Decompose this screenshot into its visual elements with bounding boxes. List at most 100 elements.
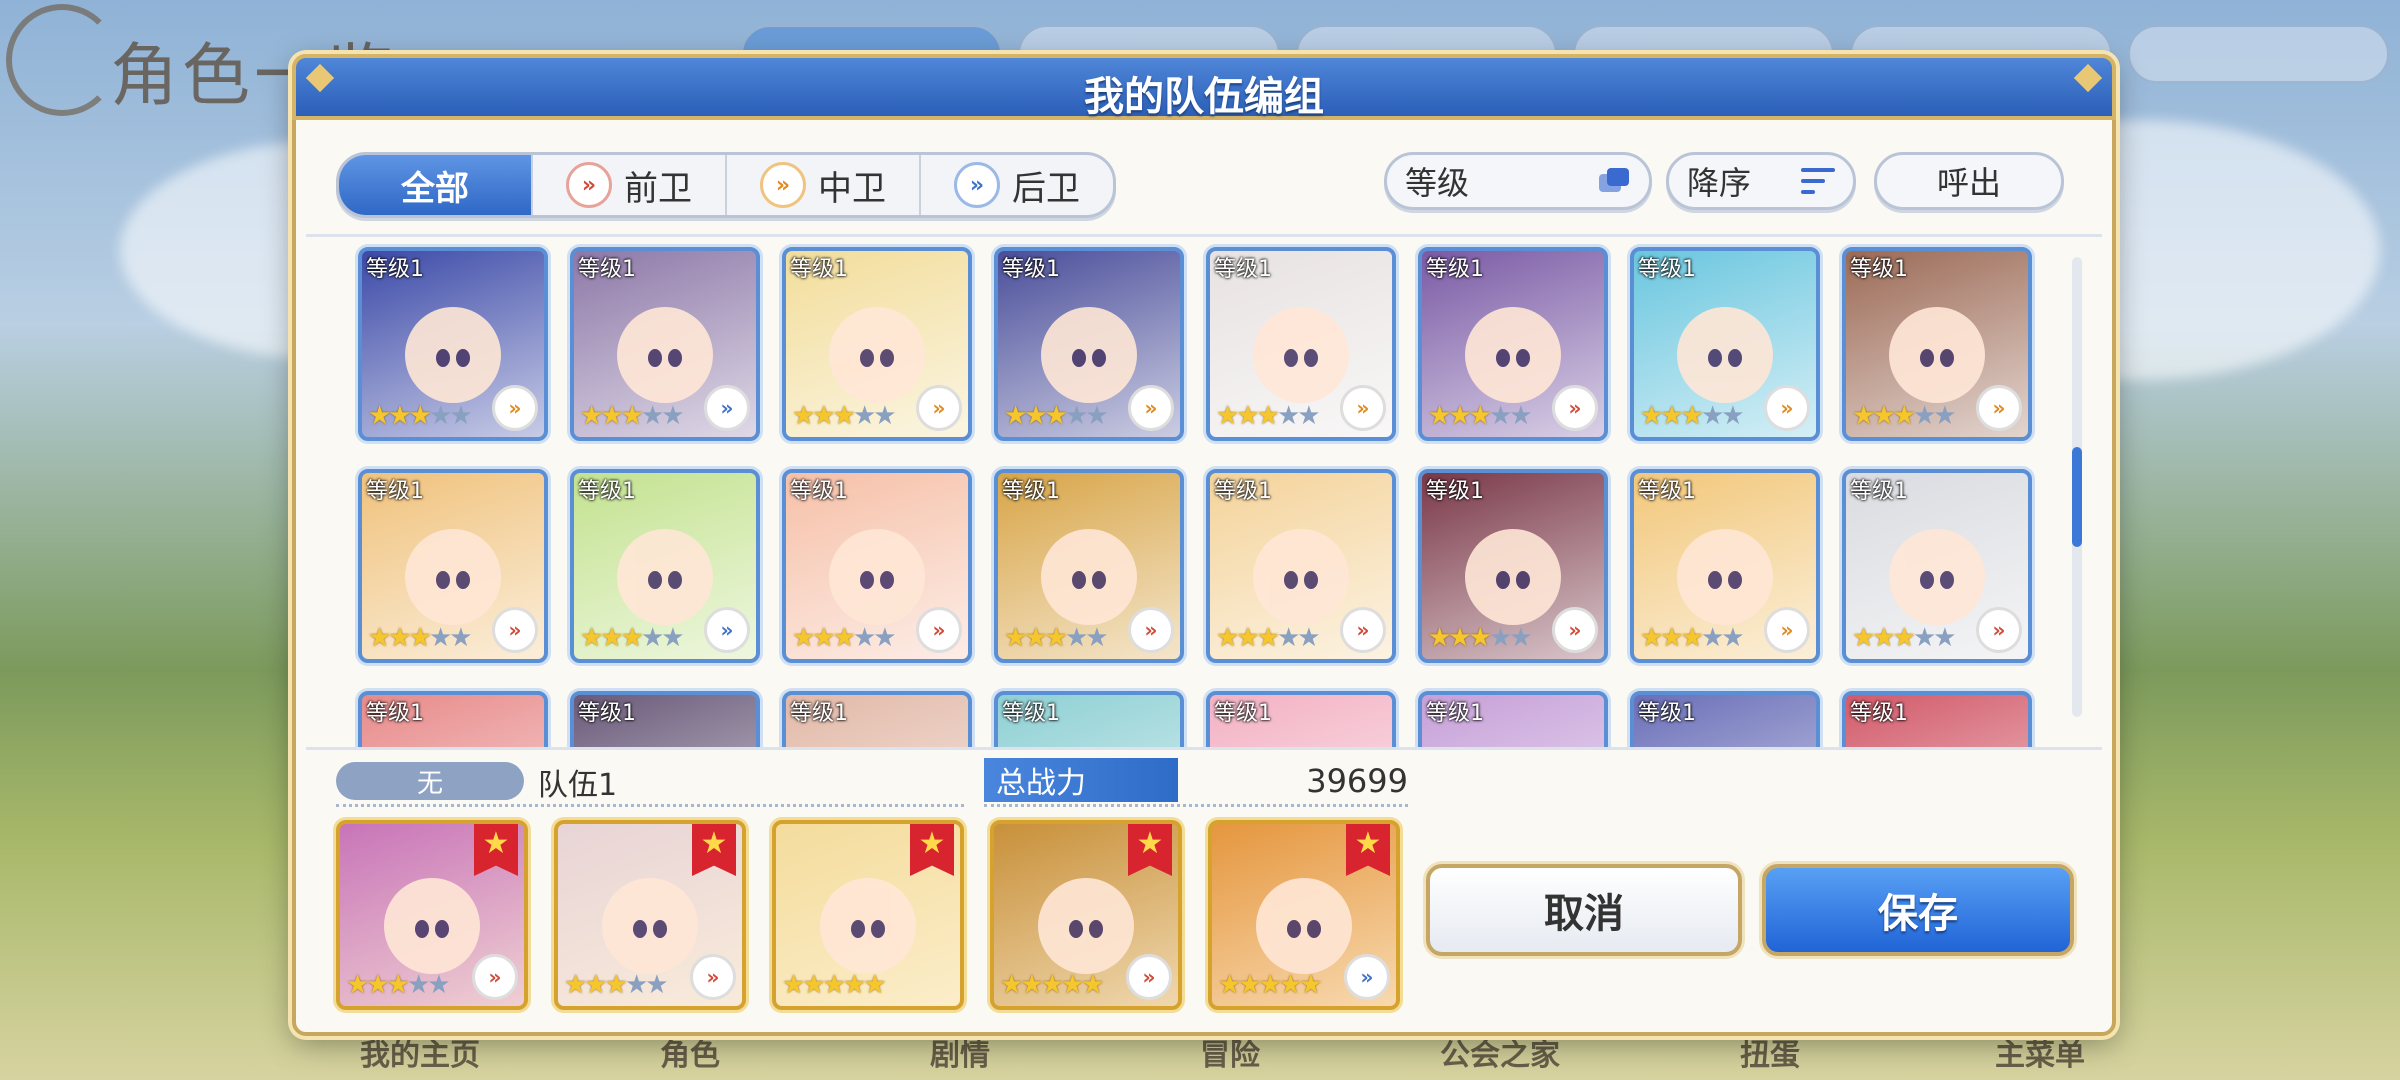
character-portrait <box>1677 307 1773 404</box>
character-portrait <box>1041 307 1137 404</box>
character-portrait <box>384 877 480 974</box>
rarity-stars: ★★★★★ <box>1004 623 1109 653</box>
character-portrait <box>829 529 925 626</box>
character-card[interactable]: 等级1 ★★★★★ » <box>994 247 1184 441</box>
character-portrait <box>1465 529 1561 626</box>
filter-tab-back[interactable]: » 后卫 <box>921 155 1113 215</box>
call-out-button[interactable]: 呼出 <box>1874 152 2064 210</box>
filter-tab-front[interactable]: » 前卫 <box>533 155 727 215</box>
dialog-header: 我的队伍编组 <box>292 54 2116 120</box>
filter-tab-all[interactable]: 全部 <box>339 155 533 215</box>
character-card[interactable]: 等级1 ★★★★★ » <box>570 247 760 441</box>
character-card[interactable]: 等级1 ★★★★★ » <box>1630 247 1820 441</box>
character-card[interactable]: 等级1 ★★★★★ » <box>1842 469 2032 663</box>
team-name[interactable]: 队伍1 <box>538 760 617 804</box>
mid-role-icon: » <box>760 162 806 208</box>
sort-order-label: 降序 <box>1687 164 1752 202</box>
rarity-stars: ★★★★★ <box>1216 401 1321 431</box>
team-member-card[interactable]: ★ ★★★★★» <box>1208 820 1400 1010</box>
character-card[interactable]: 等级1 <box>1842 691 2032 747</box>
front-role-icon: » <box>1340 607 1386 653</box>
character-portrait <box>1889 307 1985 404</box>
character-level: 等级1 <box>790 479 848 504</box>
character-card[interactable]: 等级1 ★★★★★ » <box>1418 469 1608 663</box>
character-card[interactable]: 等级1 ★★★★★ » <box>1418 247 1608 441</box>
filter-tab-mid[interactable]: » 中卫 <box>727 155 921 215</box>
character-grid: 等级1 ★★★★★ » 等级1 ★★★★★ » 等级1 ★★★★★ » 等级1 ★★★★★ » 等级1 ★… <box>358 247 2032 747</box>
character-level: 等级1 <box>1850 701 1908 726</box>
character-portrait <box>820 877 916 974</box>
character-card[interactable]: 等级1 <box>1206 691 1396 747</box>
bottom-nav-item: 角色 <box>660 1038 720 1073</box>
rarity-stars: ★★★★★ <box>368 401 473 431</box>
rarity-stars: ★★★★★ <box>580 401 685 431</box>
front-role-icon: » <box>916 607 962 653</box>
character-card[interactable]: 等级1 ★★★★★ » <box>994 469 1184 663</box>
front-role-icon: » <box>566 162 612 208</box>
character-level: 等级1 <box>1638 701 1696 726</box>
rarity-stars: ★★★★★ <box>1004 401 1109 431</box>
mid-role-icon: » <box>492 385 538 431</box>
mid-role-icon: » <box>1128 385 1174 431</box>
team-member-card[interactable]: ★ ★★★★★» <box>336 820 528 1010</box>
filter-tab-label: 全部 <box>401 168 469 209</box>
character-card[interactable]: 等级1 <box>782 691 972 747</box>
sort-order-button[interactable]: 降序 <box>1666 152 1856 210</box>
team-slot-badge[interactable]: 无 <box>336 762 524 800</box>
character-level: 等级1 <box>578 257 636 282</box>
character-portrait <box>1038 877 1134 974</box>
character-card[interactable]: 等级1 <box>1630 691 1820 747</box>
character-card[interactable]: 等级1 ★★★★★ » <box>570 469 760 663</box>
character-portrait <box>405 307 501 404</box>
divider <box>984 804 1408 807</box>
character-card[interactable]: 等级1 ★★★★★ » <box>1206 247 1396 441</box>
character-portrait <box>1889 529 1985 626</box>
character-card[interactable]: 等级1 <box>358 691 548 747</box>
character-grid-area[interactable]: 等级1 ★★★★★ » 等级1 ★★★★★ » 等级1 ★★★★★ » 等级1 ★★★★★ » 等级1 ★… <box>306 234 2102 750</box>
character-card[interactable]: 等级1 ★★★★★ » <box>358 469 548 663</box>
character-level: 等级1 <box>1002 479 1060 504</box>
team-member-card[interactable]: ★ ★★★★★ <box>772 820 964 1010</box>
grid-scrollbar[interactable] <box>2072 257 2082 717</box>
character-level: 等级1 <box>1638 257 1696 282</box>
scrollbar-thumb[interactable] <box>2072 447 2082 547</box>
character-portrait <box>617 307 713 404</box>
rarity-stars: ★★★★★ <box>1216 623 1321 653</box>
rarity-stars: ★★★★★ <box>792 623 897 653</box>
character-card[interactable]: 等级1 <box>570 691 760 747</box>
team-member-card[interactable]: ★ ★★★★★» <box>990 820 1182 1010</box>
sort-level-button[interactable]: 等级 <box>1384 152 1652 210</box>
character-card[interactable]: 等级1 <box>994 691 1184 747</box>
back-role-icon: » <box>954 162 1000 208</box>
back-role-icon: » <box>1344 954 1390 1000</box>
rarity-stars: ★★★★★ <box>580 623 685 653</box>
filter-tab-label: 后卫 <box>1012 168 1080 209</box>
bottom-nav-item: 扭蛋 <box>1740 1038 1800 1073</box>
front-role-icon: » <box>1552 607 1598 653</box>
back-role-icon: » <box>704 607 750 653</box>
favorite-ribbon-icon: ★ <box>474 824 518 876</box>
bottom-nav-item: 剧情 <box>930 1038 990 1073</box>
character-card[interactable]: 等级1 ★★★★★ » <box>782 247 972 441</box>
character-card[interactable]: 等级1 ★★★★★ » <box>1842 247 2032 441</box>
sort-lines-icon <box>1801 168 1835 194</box>
character-card[interactable]: 等级1 ★★★★★ » <box>1630 469 1820 663</box>
front-role-icon: » <box>1976 607 2022 653</box>
character-card[interactable]: 等级1 ★★★★★ » <box>358 247 548 441</box>
bottom-nav-item: 我的主页 <box>360 1038 480 1073</box>
favorite-ribbon-icon: ★ <box>692 824 736 876</box>
character-portrait <box>829 307 925 404</box>
character-card[interactable]: 等级1 ★★★★★ » <box>782 469 972 663</box>
character-card[interactable]: 等级1 ★★★★★ » <box>1206 469 1396 663</box>
dialog-title: 我的队伍编组 <box>1084 74 1324 120</box>
layers-icon <box>1599 168 1631 194</box>
character-card[interactable]: 等级1 <box>1418 691 1608 747</box>
character-portrait <box>1465 307 1561 404</box>
character-level: 等级1 <box>790 257 848 282</box>
team-member-card[interactable]: ★ ★★★★★» <box>554 820 746 1010</box>
save-button[interactable]: 保存 <box>1762 864 2074 956</box>
cancel-button[interactable]: 取消 <box>1426 864 1742 956</box>
character-portrait <box>1677 529 1773 626</box>
front-role-icon: » <box>1128 607 1174 653</box>
character-level: 等级1 <box>366 701 424 726</box>
